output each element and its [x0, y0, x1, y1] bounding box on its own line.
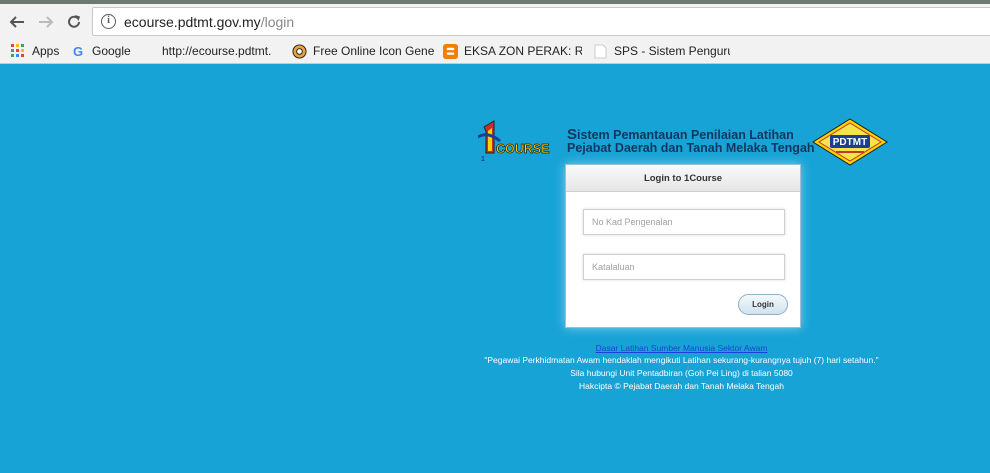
bookmark-free-online-icon[interactable]: Free Online Icon Gene: [291, 42, 435, 60]
logo-word: COURSE: [496, 142, 549, 156]
bookmark-sps[interactable]: SPS - Sistem Penguru: [592, 42, 730, 60]
login-panel: Login to 1Course Login: [565, 164, 801, 328]
contact-info: Sila hubungi Unit Pentadbiran (Goh Pei L…: [570, 368, 793, 378]
forward-arrow-icon: [39, 16, 54, 28]
bookmark-label: http://ecourse.pdtmt.: [162, 44, 272, 58]
lifebuoy-icon: [291, 43, 307, 59]
address-bar[interactable]: i ecourse.pdtmt.gov.my/login: [92, 7, 990, 36]
login-panel-title: Login to 1Course: [566, 165, 800, 192]
bookmark-google[interactable]: G Google: [70, 42, 131, 60]
url-path: /login: [260, 14, 295, 30]
ic-number-input[interactable]: [583, 209, 785, 235]
bookmark-eksa-zon-perak[interactable]: EKSA ZON PERAK: REI: [442, 42, 582, 60]
apps-grid-icon: [10, 43, 26, 59]
reload-button[interactable]: [63, 11, 85, 33]
login-button[interactable]: Login: [738, 294, 788, 315]
google-icon: G: [72, 43, 84, 59]
back-arrow-icon: [9, 16, 24, 28]
policy-link[interactable]: Dasar Latihan Sumber Manusia Sektor Awam: [596, 343, 768, 353]
bookmarks-bar: Apps G Google http://ecourse.pdtmt. Free…: [0, 38, 990, 64]
1course-logo: COURSE 1: [477, 117, 558, 163]
back-button[interactable]: [6, 11, 28, 33]
url-text[interactable]: ecourse.pdtmt.gov.my/login: [124, 14, 294, 30]
blogger-icon: [442, 43, 458, 59]
info-icon[interactable]: i: [101, 14, 116, 29]
bookmark-label: Google: [92, 44, 131, 58]
system-title-rest: istem Pemantauan Penilaian Latihan: [577, 128, 794, 142]
forward-button[interactable]: [35, 11, 57, 33]
bookmark-label: EKSA ZON PERAK: REI: [464, 44, 582, 58]
pdtmt-emblem: PDTMT: [812, 118, 888, 166]
page-icon: [592, 43, 608, 59]
system-title-line2: Pejabat Daerah dan Tanah Melaka Tengah: [567, 141, 815, 155]
training-quote: "Pegawai Perkhidmatan Awam hendaklah men…: [484, 355, 879, 365]
url-domain: ecourse.pdtmt.gov.my: [124, 14, 261, 30]
bookmark-label: Apps: [32, 44, 60, 58]
browser-toolbar: i ecourse.pdtmt.gov.my/login: [0, 4, 990, 38]
bookmark-label: Free Online Icon Gene: [313, 44, 435, 58]
copyright: Hakcipta © Pejabat Daerah dan Tanah Mela…: [579, 381, 784, 391]
bookmark-apps[interactable]: Apps: [10, 42, 59, 60]
policy-link-row: Dasar Latihan Sumber Manusia Sektor Awam: [460, 343, 903, 353]
emblem-text: PDTMT: [833, 137, 867, 148]
bookmark-ecourse[interactable]: http://ecourse.pdtmt.: [162, 42, 284, 60]
reload-icon: [68, 15, 80, 28]
bookmark-label: SPS - Sistem Penguru: [614, 44, 730, 58]
logo-number: 1: [481, 156, 485, 163]
password-input[interactable]: [583, 254, 785, 280]
